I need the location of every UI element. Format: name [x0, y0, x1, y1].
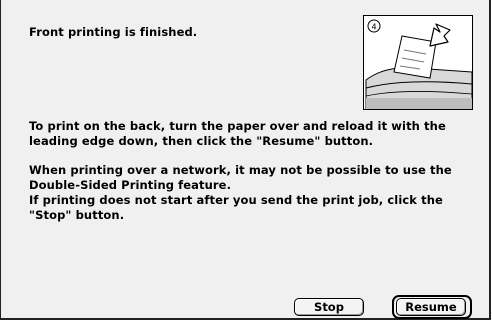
text-line: To print on the back, turn the paper ove… [29, 119, 446, 133]
printer-reload-paper-icon: 4 [363, 15, 473, 110]
text-line: Double-Sided Printing feature. [29, 178, 232, 192]
resume-button[interactable]: Resume [396, 298, 466, 316]
text-line: leading edge down, then click the "Resum… [29, 134, 374, 148]
text-line: When printing over a network, it may not… [29, 163, 452, 177]
headline-text: Front printing is finished. [29, 25, 198, 39]
print-dialog: Front printing is finished. 4 To print o… [0, 0, 491, 320]
text-line: "Stop" button. [29, 208, 125, 222]
step-number: 4 [371, 23, 376, 32]
stop-button[interactable]: Stop [294, 298, 364, 316]
instruction-paragraph: To print on the back, turn the paper ove… [29, 119, 459, 149]
network-note-paragraph: When printing over a network, it may not… [29, 163, 459, 223]
text-line: If printing does not start after you sen… [29, 193, 443, 207]
